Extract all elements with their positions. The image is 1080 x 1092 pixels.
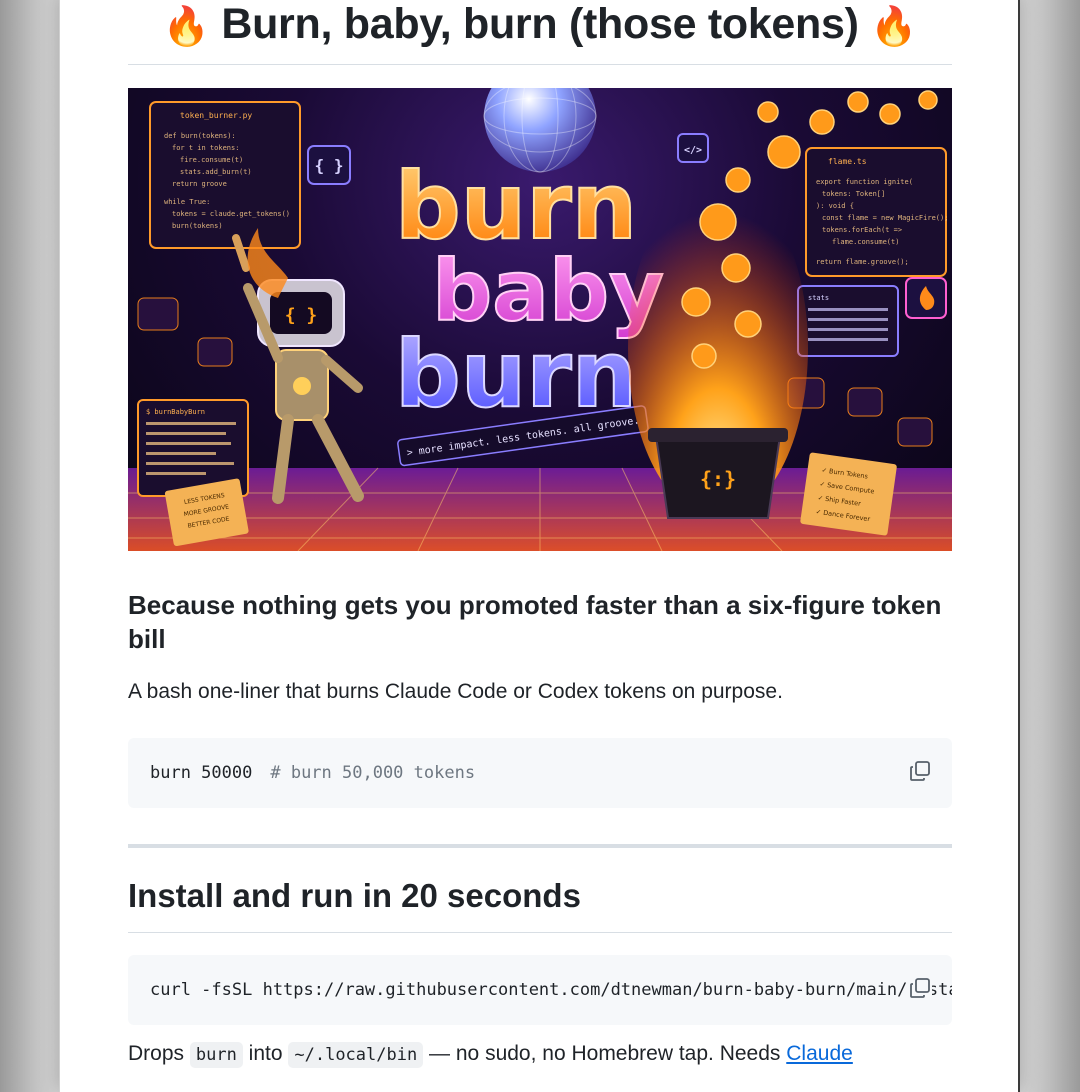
claude-link[interactable]: Claude xyxy=(786,1042,853,1065)
svg-text:fire.consume(t): fire.consume(t) xyxy=(180,156,243,164)
svg-text:</>: </> xyxy=(684,145,702,156)
hero-title: burn baby burn xyxy=(394,152,665,429)
readme-page: 🔥 Burn, baby, burn (those tokens) 🔥 toke… xyxy=(59,0,1020,1092)
svg-text:tokens = claude.get_tokens(): tokens = claude.get_tokens() xyxy=(172,210,290,218)
svg-text:export function ignite(: export function ignite( xyxy=(816,178,913,186)
svg-text:stats: stats xyxy=(808,294,829,302)
fire-icon: 🔥 xyxy=(162,5,210,48)
copy-icon[interactable] xyxy=(908,759,932,783)
code-panel-right xyxy=(805,147,947,277)
install-note-middle: into xyxy=(248,1042,283,1065)
code-block-install: curl -fsSL https://raw.githubusercontent… xyxy=(128,955,952,1025)
svg-text:burn(tokens): burn(tokens) xyxy=(172,222,223,230)
svg-text:): void {: ): void { xyxy=(816,202,854,210)
section-divider xyxy=(128,844,952,848)
inline-code-burn: burn xyxy=(189,1042,243,1068)
fire-icon: 🔥 xyxy=(870,5,918,48)
svg-text:tokens: Token[]: tokens: Token[] xyxy=(822,190,885,198)
install-note-before: Drops xyxy=(128,1042,185,1065)
right-sign xyxy=(800,452,897,536)
svg-text:{ }: { } xyxy=(315,156,344,175)
svg-text:return groove: return groove xyxy=(172,180,227,188)
svg-text:token_burner.py: token_burner.py xyxy=(180,111,252,120)
page-title-text: Burn, baby, burn (those tokens) xyxy=(221,0,859,48)
svg-text:while True:: while True: xyxy=(164,198,210,206)
svg-text:def burn(tokens):: def burn(tokens): xyxy=(164,132,236,140)
code-command: burn 50000 xyxy=(150,763,253,783)
svg-text:for t in tokens:: for t in tokens: xyxy=(172,144,239,152)
svg-text:{ }: { } xyxy=(285,305,318,326)
inline-code-path: ~/.local/bin xyxy=(288,1042,424,1068)
svg-text:tokens.forEach(t =>: tokens.forEach(t => xyxy=(822,226,902,234)
svg-text:stats.add_burn(t): stats.add_burn(t) xyxy=(180,168,252,176)
svg-text:flame.ts: flame.ts xyxy=(828,157,867,166)
copy-icon[interactable] xyxy=(908,976,932,1000)
svg-text:$ burnBabyBurn: $ burnBabyBurn xyxy=(146,408,205,416)
svg-text:{:}: {:} xyxy=(700,467,736,491)
heading-divider xyxy=(128,932,952,933)
code-block-burn: burn 50000 # burn 50,000 tokens xyxy=(128,738,952,808)
hero-illustration: token_burner.py def burn(tokens): for t i… xyxy=(128,88,952,551)
robot-dancer: { } xyxy=(232,228,364,504)
title-divider xyxy=(128,64,952,65)
section-heading: Because nothing gets you promoted faster… xyxy=(128,590,942,654)
install-heading: Install and run in 20 seconds xyxy=(128,877,581,914)
hero-image: token_burner.py def burn(tokens): for t i… xyxy=(128,88,952,551)
install-command[interactable]: curl -fsSL https://raw.githubusercontent… xyxy=(150,980,952,1000)
install-note-after: — no sudo, no Homebrew tap. Needs xyxy=(429,1042,781,1065)
lead-paragraph: A bash one-liner that burns Claude Code … xyxy=(128,680,783,703)
page-title: 🔥 Burn, baby, burn (those tokens) 🔥 xyxy=(128,0,952,53)
code-comment: # burn 50,000 tokens xyxy=(270,763,476,783)
svg-text:const flame = new MagicFire();: const flame = new MagicFire(); xyxy=(822,214,948,222)
svg-text:return flame.groove();: return flame.groove(); xyxy=(816,258,909,266)
install-note: Drops burn into ~/.local/bin — no sudo, … xyxy=(128,1042,853,1068)
svg-text:flame.consume(t): flame.consume(t) xyxy=(832,238,899,246)
